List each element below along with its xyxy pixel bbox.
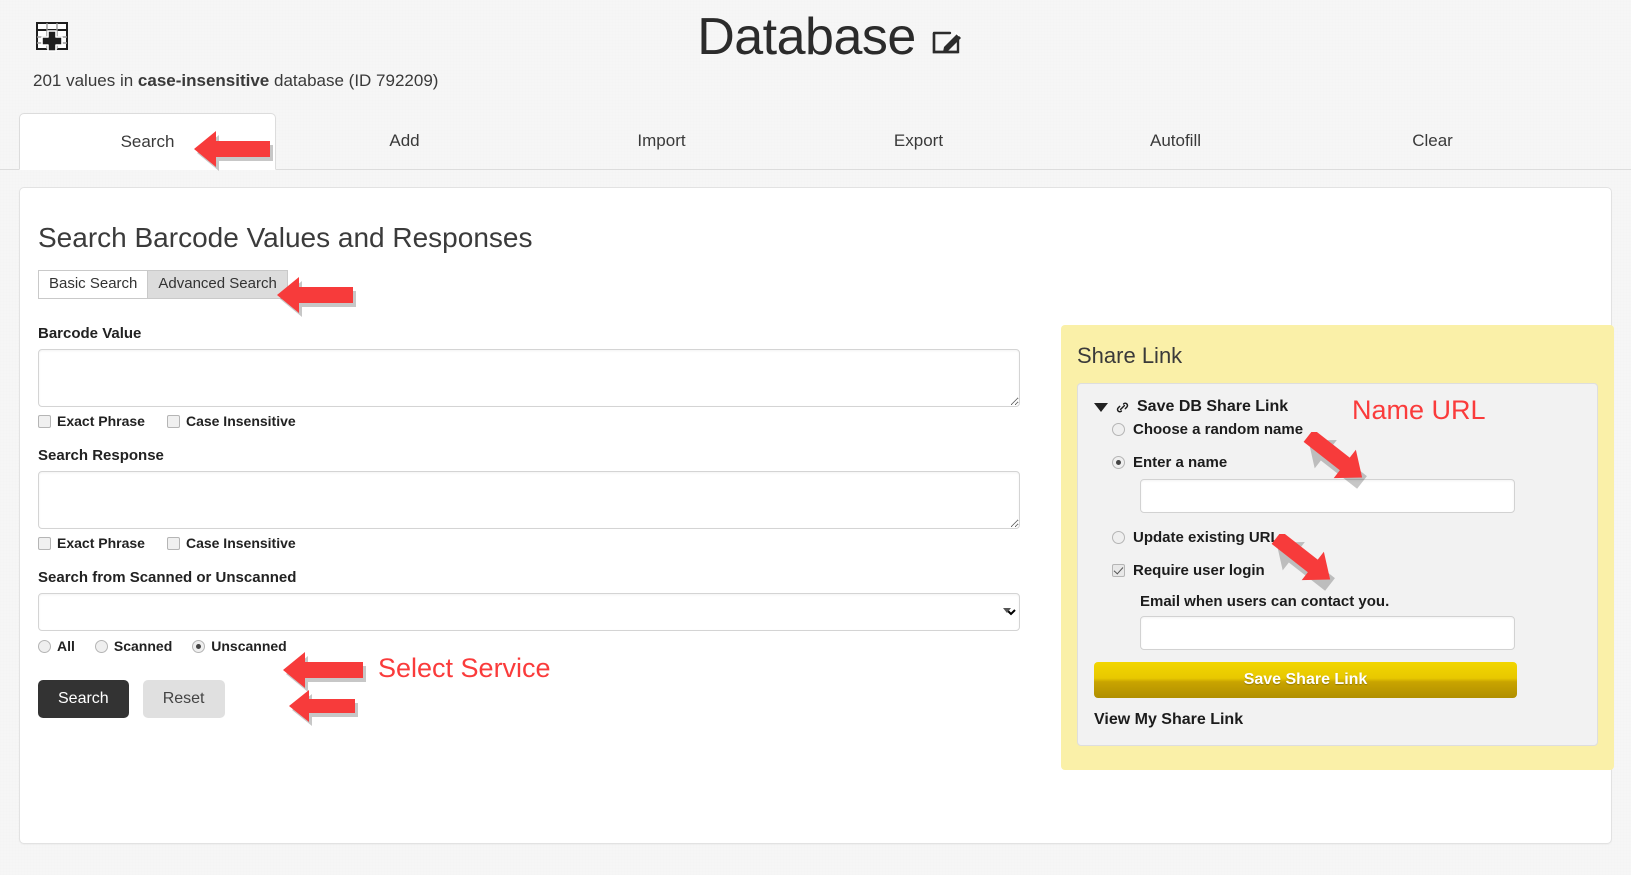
tab-import-label: Import — [637, 130, 686, 150]
service-select[interactable] — [38, 593, 1020, 632]
checkbox-box — [166, 536, 180, 550]
radio-enter-name-label: Enter a name — [1133, 454, 1228, 472]
database-subtitle: 201 values in case-insensitive database … — [0, 71, 1631, 91]
scanned-filter-label: Search from Scanned or Unscanned — [38, 569, 297, 587]
checkbox-box — [1112, 564, 1125, 578]
search-mode-toggle: Basic Search Advanced Search — [38, 269, 288, 300]
tab-search-label: Search — [120, 131, 175, 151]
app-root: Database 201 values in case-insensitive … — [0, 0, 1631, 844]
barcode-case-insensitive-checkbox[interactable]: Case Insensitive — [166, 413, 296, 430]
edit-pencil-icon[interactable] — [930, 24, 964, 58]
search-form-column: Barcode Value Exact Phrase Case Insensit… — [38, 325, 1038, 719]
tab-add-label: Add — [389, 130, 420, 150]
radio-all-label: All — [57, 638, 75, 655]
response-case-insensitive-checkbox[interactable]: Case Insensitive — [166, 535, 296, 552]
radio-dot — [38, 639, 51, 653]
reset-button[interactable]: Reset — [142, 680, 225, 719]
search-response-input[interactable] — [38, 471, 1020, 530]
main-tabs: Search Add Import Export Autofill Clear — [0, 112, 1631, 170]
barcode-exact-phrase-label: Exact Phrase — [57, 413, 145, 430]
radio-dot — [1112, 456, 1125, 470]
chevron-down-icon — [1003, 608, 1011, 614]
share-name-input[interactable] — [1140, 479, 1515, 514]
title-row: Database — [0, 10, 1631, 65]
barcode-exact-phrase-checkbox[interactable]: Exact Phrase — [38, 413, 145, 429]
triangle-down-icon[interactable] — [1094, 402, 1108, 412]
radio-scanned[interactable]: Scanned — [94, 638, 173, 655]
barcode-value-input[interactable] — [38, 349, 1020, 408]
chain-link-icon — [1115, 400, 1130, 415]
title-main: Database — [30, 10, 1631, 65]
save-db-share-link-row[interactable]: Save DB Share Link — [1094, 398, 1581, 416]
tab-clear[interactable]: Clear — [1304, 113, 1561, 169]
basic-search-button[interactable]: Basic Search — [38, 269, 149, 300]
radio-all[interactable]: All — [38, 638, 75, 654]
tab-autofill-label: Autofill — [1149, 130, 1202, 150]
subtitle-count: 201 values in — [33, 70, 138, 90]
save-share-link-button[interactable]: Save Share Link — [1094, 662, 1517, 699]
subtitle-tail: database (ID 792209) — [269, 70, 439, 90]
radio-scanned-label: Scanned — [113, 638, 173, 655]
search-submit-button[interactable]: Search — [38, 680, 129, 719]
page-header: Database 201 values in case-insensitive … — [0, 0, 1631, 91]
tab-search[interactable]: Search — [19, 112, 276, 170]
search-body: Barcode Value Exact Phrase Case Insensit… — [38, 325, 1614, 771]
advanced-search-button[interactable]: Advanced Search — [148, 269, 288, 300]
form-actions: Search Reset — [38, 680, 1038, 719]
save-db-share-link-label: Save DB Share Link — [1137, 398, 1289, 416]
response-exact-phrase-label: Exact Phrase — [57, 535, 145, 552]
share-link-column: Share Link Save DB Share Link Choose a r… — [1061, 325, 1614, 771]
radio-dot — [1112, 531, 1125, 545]
barcode-case-insensitive-label: Case Insensitive — [185, 413, 296, 430]
search-response-label: Search Response — [38, 447, 164, 465]
radio-dot — [1112, 423, 1125, 437]
scanned-radio-group: All Scanned Unscanned — [38, 638, 1038, 654]
checkbox-box — [166, 414, 180, 428]
email-contact-note: Email when users can contact you. — [1140, 593, 1390, 611]
share-link-panel: Share Link Save DB Share Link Choose a r… — [1061, 325, 1614, 771]
radio-unscanned[interactable]: Unscanned — [192, 638, 287, 655]
response-exact-phrase-checkbox[interactable]: Exact Phrase — [38, 535, 145, 551]
tab-add[interactable]: Add — [276, 113, 533, 169]
barcode-value-label: Barcode Value — [38, 325, 142, 343]
tab-autofill[interactable]: Autofill — [1047, 113, 1304, 169]
share-link-inner: Save DB Share Link Choose a random name … — [1077, 383, 1598, 747]
radio-update-existing-url[interactable]: Update existing URL — [1094, 529, 1581, 546]
tab-import[interactable]: Import — [533, 113, 790, 169]
tab-export[interactable]: Export — [790, 113, 1047, 169]
radio-random-name[interactable]: Choose a random name — [1094, 421, 1581, 438]
share-email-input[interactable] — [1140, 616, 1515, 651]
require-user-login-checkbox[interactable]: Require user login — [1094, 562, 1581, 579]
tab-clear-label: Clear — [1412, 130, 1453, 150]
checkbox-box — [38, 536, 51, 550]
radio-unscanned-label: Unscanned — [211, 638, 287, 655]
search-panel-card: Search Barcode Values and Responses Basi… — [19, 186, 1614, 844]
radio-dot — [94, 639, 108, 653]
search-response-options: Exact Phrase Case Insensitive — [38, 535, 1038, 551]
radio-update-existing-url-label: Update existing URL — [1133, 529, 1280, 547]
section-title: Search Barcode Values and Responses — [38, 221, 533, 253]
view-my-share-link[interactable]: View My Share Link — [1094, 711, 1581, 729]
radio-enter-name[interactable]: Enter a name — [1094, 454, 1581, 471]
checkbox-box — [38, 414, 51, 428]
radio-dot — [192, 639, 206, 653]
page-title: Database — [697, 8, 916, 66]
radio-random-name-label: Choose a random name — [1133, 421, 1304, 439]
share-link-title: Share Link — [1077, 343, 1183, 369]
require-user-login-label: Require user login — [1133, 562, 1265, 580]
response-case-insensitive-label: Case Insensitive — [185, 535, 296, 552]
tab-export-label: Export — [893, 130, 944, 150]
barcode-value-options: Exact Phrase Case Insensitive — [38, 413, 1038, 429]
service-select-wrap — [38, 593, 1020, 632]
subtitle-mode: case-insensitive — [137, 70, 270, 90]
